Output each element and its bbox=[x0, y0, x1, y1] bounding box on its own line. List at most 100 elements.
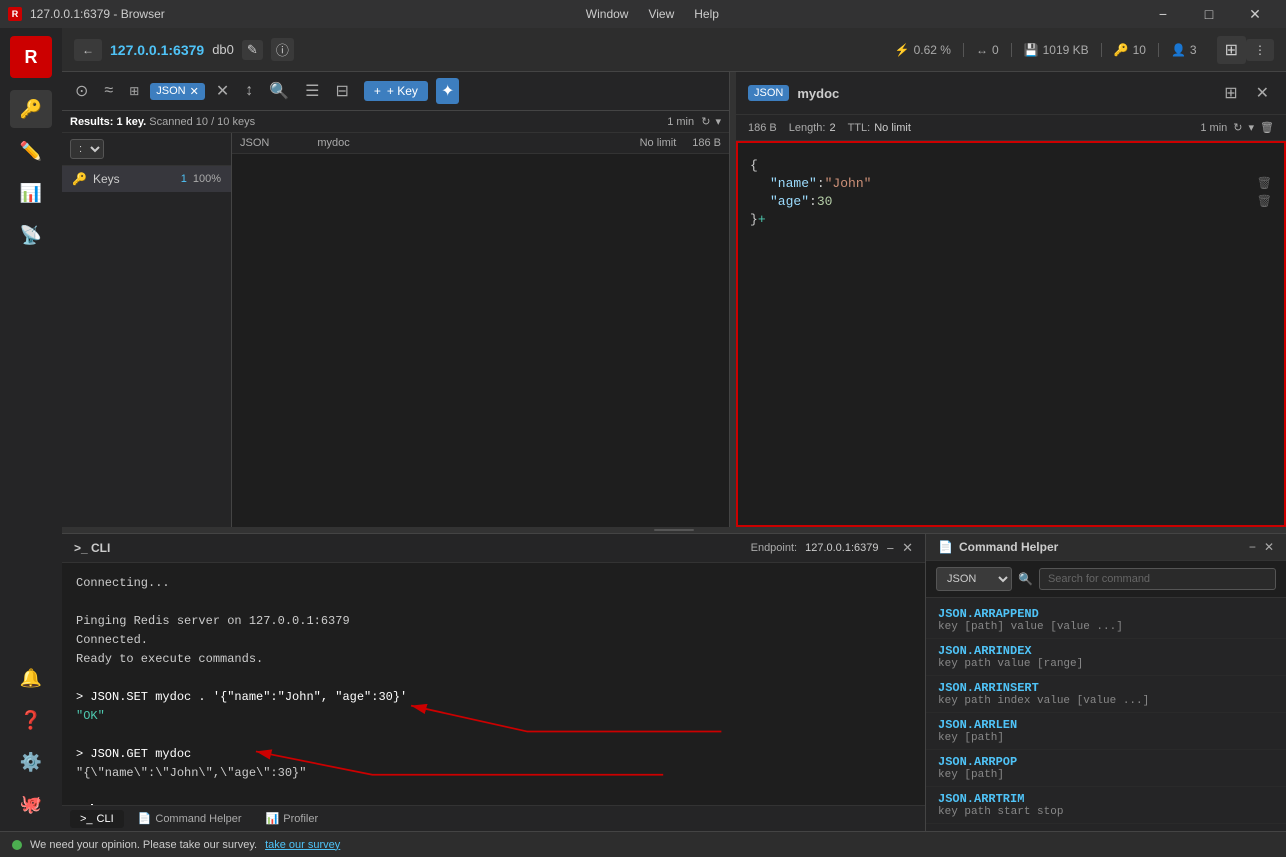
overview-button[interactable]: ⊞ bbox=[1217, 36, 1246, 64]
delete-field-icon[interactable]: 🗑 bbox=[1257, 176, 1272, 191]
sidebar-item-pubsub[interactable]: 📡 bbox=[10, 216, 52, 254]
search-button[interactable]: 🔍 bbox=[264, 78, 294, 104]
window-title: 127.0.0.1:6379 - Browser bbox=[30, 7, 165, 21]
json-field-age: "age" : 30 🗑 bbox=[750, 194, 1272, 209]
conn-value: 0 bbox=[992, 43, 999, 57]
refresh-icon[interactable]: ↻ bbox=[701, 116, 710, 128]
list-item[interactable]: JSON.ARRLEN key [path] bbox=[926, 713, 1286, 750]
table-header: JSON mydoc No limit 186 B bbox=[232, 133, 729, 154]
list-item[interactable]: JSON.ARRTRIM key path start stop bbox=[926, 787, 1286, 824]
col-type: JSON bbox=[240, 137, 269, 149]
sidebar-item-github[interactable]: 🐙 bbox=[10, 785, 52, 823]
ttl-meta: TTL: No limit bbox=[848, 122, 911, 134]
list-item[interactable]: JSON.ARRINDEX key path value [range] bbox=[926, 639, 1286, 676]
cpu-icon: ⚡ bbox=[895, 43, 910, 57]
cmd-header-left: 📄 Command Helper bbox=[938, 540, 1058, 554]
cmd-minimize-button[interactable]: − bbox=[1249, 540, 1256, 554]
cmd-close-button[interactable]: ✕ bbox=[1264, 540, 1274, 554]
sidebar-item-analytics[interactable]: 📊 bbox=[10, 174, 52, 212]
command-search-input[interactable] bbox=[1039, 568, 1276, 590]
sidebar-logo: R bbox=[10, 36, 52, 78]
filter-row: : bbox=[62, 133, 231, 166]
meta-refresh-icon[interactable]: ↻ bbox=[1233, 121, 1242, 134]
list-item[interactable]: JSON.ARRINSERT key path index value [val… bbox=[926, 676, 1286, 713]
cli-line-ready: Ready to execute commands. bbox=[76, 650, 911, 668]
cli-prompt[interactable]: > bbox=[76, 802, 911, 805]
tab-cli[interactable]: >_ CLI bbox=[70, 810, 124, 828]
meta-delete-icon[interactable]: 🗑 bbox=[1260, 121, 1274, 134]
menubar: Window View Help bbox=[578, 3, 727, 25]
chevron-down-icon[interactable]: ▾ bbox=[715, 116, 721, 128]
back-button[interactable]: ← bbox=[74, 39, 102, 61]
sidebar-item-help[interactable]: ❓ bbox=[10, 701, 52, 739]
menu-view[interactable]: View bbox=[640, 7, 682, 21]
cli-line-json-output: "{\"name\":\"John\",\"age\":30}" bbox=[76, 764, 911, 782]
wand-button[interactable]: ✦ bbox=[436, 78, 459, 104]
sidebar: R 🔑 ✏️ 📊 📡 🔔 ❓ ⚙️ 🐙 bbox=[0, 28, 62, 831]
survey-link[interactable]: take our survey bbox=[265, 839, 340, 851]
detail-panel: JSON mydoc ⊞ ✕ 186 B Length: 2 bbox=[736, 72, 1286, 527]
detail-close-button[interactable]: ✕ bbox=[1251, 80, 1274, 106]
sidebar-item-browser[interactable]: 🔑 bbox=[10, 90, 52, 128]
cmd-name: JSON.ARRINDEX bbox=[938, 644, 1274, 658]
menu-button[interactable]: ☰ bbox=[300, 78, 324, 104]
edit-connection-button[interactable]: ✎ bbox=[242, 40, 263, 60]
sidebar-item-notifications[interactable]: 🔔 bbox=[10, 659, 52, 697]
cli-line-json-set: > JSON.SET mydoc . '{"name":"John", "age… bbox=[76, 688, 911, 706]
cli-header-right: Endpoint: 127.0.0.1:6379 − ✕ bbox=[751, 540, 913, 556]
sort-button[interactable]: ↕ bbox=[240, 79, 258, 103]
list-item[interactable]: JSON.ARRPOP key [path] bbox=[926, 750, 1286, 787]
format-button[interactable]: ⊞ bbox=[124, 81, 144, 101]
info-button[interactable]: ⓘ bbox=[271, 38, 294, 61]
add-key-button[interactable]: + + Key bbox=[364, 81, 428, 101]
layout-button[interactable]: ⊟ bbox=[330, 78, 353, 104]
more-menu-button[interactable]: ⋮ bbox=[1246, 39, 1274, 61]
database-name: db0 bbox=[212, 42, 234, 57]
cli-minimize-button[interactable]: − bbox=[887, 541, 895, 556]
cmd-desc: key path value [range] bbox=[938, 658, 1274, 670]
tab-command-helper[interactable]: 📄 Command Helper bbox=[128, 809, 252, 828]
cli-header: >_ CLI Endpoint: 127.0.0.1:6379 − ✕ bbox=[62, 534, 925, 563]
close-button[interactable]: ✕ bbox=[1232, 0, 1278, 28]
tab-profiler[interactable]: 📊 Profiler bbox=[256, 809, 329, 828]
filter-button[interactable]: ≈ bbox=[99, 79, 118, 103]
connections-stat: ↔ 0 bbox=[964, 43, 1012, 57]
keys-stat: 🔑 10 bbox=[1102, 43, 1159, 57]
chevron-icon[interactable]: ▾ bbox=[1249, 121, 1255, 134]
delete-age-icon[interactable]: 🗑 bbox=[1257, 194, 1272, 209]
list-item[interactable]: JSON.ARRAPPEND key [path] value [value .… bbox=[926, 602, 1286, 639]
clear-filter-button[interactable]: ✕ bbox=[211, 78, 234, 104]
menu-window[interactable]: Window bbox=[578, 7, 637, 21]
conn-icon: ↔ bbox=[976, 43, 988, 57]
detail-header-left: JSON mydoc bbox=[748, 85, 839, 101]
window-controls: − □ ✕ bbox=[1140, 0, 1278, 28]
cmd-desc: key path start stop bbox=[938, 806, 1274, 818]
detail-header-right: ⊞ ✕ bbox=[1219, 80, 1274, 106]
results-text: Results: 1 key. Scanned 10 / 10 keys bbox=[70, 116, 255, 128]
add-field-button[interactable]: + bbox=[758, 212, 766, 227]
left-panel: ⊙ ≈ ⊞ JSON ✕ ✕ ↕ 🔍 ☰ ⊟ + bbox=[62, 72, 730, 527]
sidebar-item-settings[interactable]: ⚙️ bbox=[10, 743, 52, 781]
cli-content[interactable]: Connecting... Pinging Redis server on 12… bbox=[62, 563, 925, 805]
sidebar-item-workbench[interactable]: ✏️ bbox=[10, 132, 52, 170]
detail-meta: 186 B Length: 2 TTL: No limit 1 min ↻ bbox=[736, 115, 1286, 141]
results-count: Results: 1 key. bbox=[70, 116, 146, 128]
browse-button[interactable]: ⊙ bbox=[70, 78, 93, 104]
cli-close-button[interactable]: ✕ bbox=[902, 540, 913, 556]
doc-icon: 📄 bbox=[938, 540, 953, 554]
key-item-pct: 100% bbox=[193, 173, 221, 185]
detail-key-name: mydoc bbox=[797, 86, 839, 101]
fullscreen-button[interactable]: ⊞ bbox=[1219, 80, 1242, 106]
command-filter-select[interactable]: JSON STRING LIST HASH bbox=[936, 567, 1012, 591]
minimize-button[interactable]: − bbox=[1140, 0, 1186, 28]
json-close-brace: } + bbox=[750, 212, 1272, 227]
list-item[interactable]: JSON.CLEAR key [path] bbox=[926, 824, 1286, 831]
survey-text: We need your opinion. Please take our su… bbox=[30, 839, 257, 851]
cmd-desc: key [path] bbox=[938, 732, 1274, 744]
maximize-button[interactable]: □ bbox=[1186, 0, 1232, 28]
filter-select[interactable]: : bbox=[70, 139, 104, 159]
cli-title: >_ CLI bbox=[74, 541, 110, 555]
json-tag-close[interactable]: ✕ bbox=[190, 85, 199, 98]
list-item[interactable]: 🔑 Keys 1 100% bbox=[62, 166, 231, 192]
menu-help[interactable]: Help bbox=[686, 7, 727, 21]
